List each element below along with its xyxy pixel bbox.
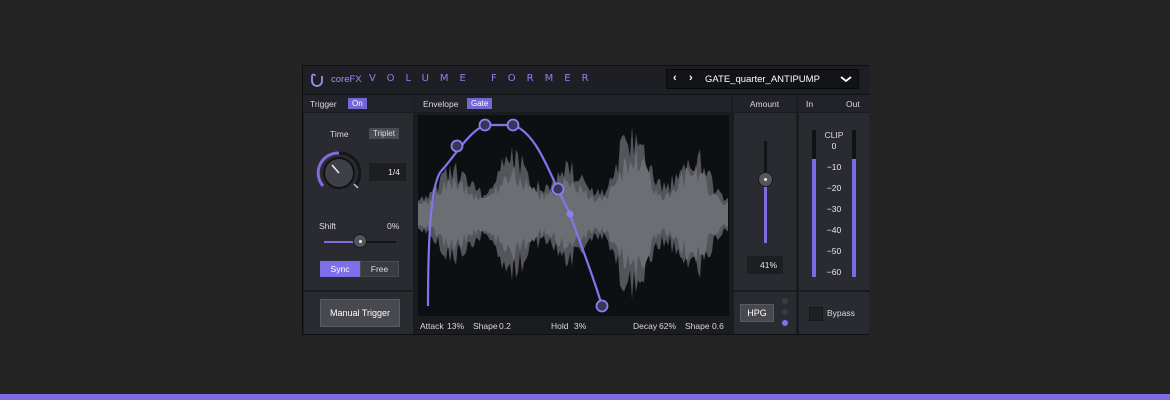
bypass-checkbox[interactable]: [809, 307, 823, 321]
trigger-on-toggle[interactable]: On: [348, 98, 367, 109]
envelope-hold-end-handle[interactable]: [506, 118, 520, 132]
hpg-mode-dot-1[interactable]: [782, 298, 788, 304]
clip-indicator[interactable]: CLIP: [799, 130, 869, 140]
scale-minus-50: −50: [826, 246, 842, 256]
manual-trigger-button[interactable]: Manual Trigger: [320, 299, 400, 327]
attack-value[interactable]: 13%: [447, 321, 464, 331]
envelope-params-bar: Attack 13% Shape 0.2 Hold 3% Decay 62% S…: [415, 317, 731, 334]
meters-header: In Out: [798, 95, 869, 112]
hold-label: Hold: [551, 321, 569, 331]
hpg-panel: HPG: [734, 292, 796, 334]
amount-slider-thumb[interactable]: [759, 172, 772, 186]
free-button[interactable]: Free: [360, 261, 399, 277]
shift-slider-thumb[interactable]: [354, 235, 366, 247]
output-meter-level: [852, 159, 856, 277]
scale-minus-40: −40: [826, 225, 842, 235]
shift-label: Shift: [319, 221, 337, 231]
decay-shape-value[interactable]: 0.6: [712, 321, 724, 331]
scale-minus-20: −20: [826, 183, 842, 193]
amount-panel: 41%: [734, 113, 796, 290]
time-value-display[interactable]: 1/4: [369, 163, 406, 181]
decay-shape-label: Shape: [685, 321, 710, 331]
attack-label: Attack: [420, 321, 444, 331]
time-knob[interactable]: [314, 148, 364, 198]
next-preset-button[interactable]: ›: [689, 72, 693, 84]
hold-value[interactable]: 3%: [574, 321, 586, 331]
envelope-mode-gate-toggle[interactable]: Gate: [467, 98, 493, 109]
scale-0: 0: [831, 141, 837, 151]
amount-value-display[interactable]: 41%: [747, 256, 783, 274]
hpg-mode-dot-3[interactable]: [782, 320, 788, 326]
out-label: Out: [846, 99, 860, 109]
amount-slider-track[interactable]: [759, 141, 772, 243]
scale-minus-30: −30: [826, 204, 842, 214]
input-meter: [812, 130, 816, 277]
envelope-decay-handle[interactable]: [551, 182, 565, 196]
decay-value[interactable]: 62%: [659, 321, 676, 331]
amount-slider-fill: [764, 179, 767, 243]
trigger-panel: Time Triplet 1/4 Shift 0% Sync Free: [304, 113, 413, 290]
time-mode-triplet-toggle[interactable]: Triplet: [369, 128, 399, 139]
time-label: Time: [330, 129, 349, 139]
envelope-display[interactable]: [418, 115, 729, 316]
scale-minus-10: −10: [826, 162, 842, 172]
preset-name: GATE_quarter_ANTIPUMP: [705, 74, 820, 85]
trigger-header: Trigger On: [303, 95, 414, 112]
envelope-label: Envelope: [423, 99, 459, 109]
shift-slider-track[interactable]: [324, 235, 396, 247]
chevron-down-icon[interactable]: [840, 71, 852, 87]
bottom-accent-stripe: [0, 394, 1170, 400]
envelope-hold-start-handle[interactable]: [478, 118, 492, 132]
envelope-attack-shape-handle[interactable]: [450, 139, 464, 153]
bypass-panel: Bypass: [799, 292, 869, 334]
hpg-button[interactable]: HPG: [740, 304, 774, 322]
in-label: In: [806, 99, 814, 109]
envelope-end-handle[interactable]: [595, 299, 609, 313]
input-meter-level: [812, 159, 816, 277]
output-meter: [852, 130, 856, 277]
attack-shape-label: Shape: [473, 321, 498, 331]
bypass-label[interactable]: Bypass: [827, 308, 855, 318]
brand-name: coreFX: [331, 74, 362, 85]
manual-trigger-panel: Manual Trigger: [304, 292, 413, 334]
volume-former-plugin: coreFX VOLUME FORMER ‹ › GATE_quarter_AN…: [302, 65, 870, 335]
product-name: VOLUME FORMER: [369, 73, 600, 84]
decay-label: Decay: [633, 321, 658, 331]
envelope-decay-shape-handle[interactable]: [566, 210, 574, 218]
sync-button[interactable]: Sync: [320, 261, 360, 277]
title-bar: coreFX VOLUME FORMER ‹ › GATE_quarter_AN…: [303, 66, 870, 95]
scale-minus-60: −60: [826, 267, 842, 277]
shift-value: 0%: [387, 221, 400, 231]
amount-label: Amount: [749, 99, 780, 109]
hpg-mode-dot-2[interactable]: [782, 309, 788, 315]
trigger-label: Trigger: [310, 99, 337, 109]
prev-preset-button[interactable]: ‹: [673, 72, 677, 84]
envelope-header: Envelope Gate: [415, 95, 731, 112]
attack-shape-value[interactable]: 0.2: [499, 321, 511, 331]
preset-selector[interactable]: ‹ › GATE_quarter_ANTIPUMP: [666, 69, 859, 89]
corefx-logo-icon: [311, 73, 323, 87]
envelope-graph[interactable]: [418, 115, 729, 316]
meters-panel: CLIP 0 −10 −20 −30 −40 −50 −60: [799, 113, 869, 290]
amount-header: Amount: [733, 95, 796, 112]
